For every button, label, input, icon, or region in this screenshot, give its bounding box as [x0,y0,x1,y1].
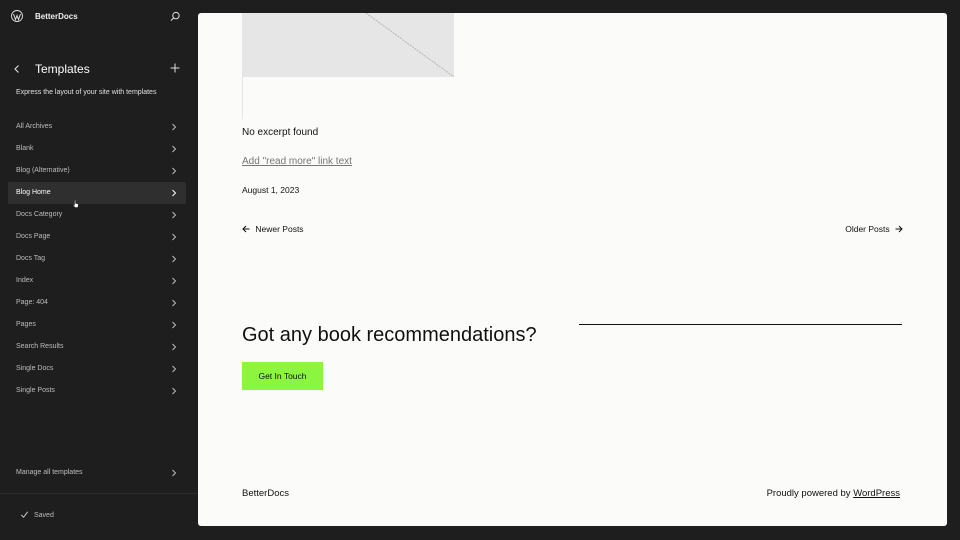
template-item-docs-page[interactable]: Docs Page [8,226,186,248]
image-edge-line [242,77,243,119]
wordpress-logo-icon[interactable] [11,10,23,22]
template-item-blog-home[interactable]: Blog Home [8,182,186,204]
editor-sidebar: BetterDocs Templates Express the layout … [0,0,198,540]
save-status-label: Saved [34,512,54,519]
template-item-search-results[interactable]: Search Results [8,336,186,358]
template-item-all-archives[interactable]: All Archives [8,116,186,138]
arrow-left-icon [242,225,250,233]
template-item-docs-category[interactable]: Docs Category [8,204,186,226]
template-item-label: Docs Tag [16,255,46,262]
chevron-right-icon [172,167,177,175]
cta-heading[interactable]: Got any book recommendations? [242,324,537,347]
template-item-label: Page: 404 [16,299,48,306]
template-item-label: Docs Page [16,233,51,240]
template-item-label: All Archives [16,123,53,130]
footer-powered-text: Proudly powered by [766,488,851,499]
template-item-pages[interactable]: Pages [8,314,186,336]
template-item-label: Blog Home [16,189,51,196]
site-name[interactable]: BetterDocs [35,12,78,21]
search-icon[interactable] [170,11,181,22]
chevron-right-icon [172,365,177,373]
template-item-docs-tag[interactable]: Docs Tag [8,248,186,270]
post-date[interactable]: August 1, 2023 [242,185,299,195]
editor-canvas[interactable]: No excerpt found Add "read more" link te… [198,13,947,526]
save-status: Saved [20,510,54,519]
footer-credit: Proudly powered by WordPress [767,488,900,499]
template-item-label: Single Posts [16,387,55,394]
sidebar-topbar: BetterDocs [0,0,198,34]
newer-posts-label: Newer Posts [255,224,304,234]
chevron-right-icon [172,277,177,285]
template-item-page-404[interactable]: Page: 404 [8,292,186,314]
older-posts-link[interactable]: Older Posts [845,224,903,234]
read-more-link[interactable]: Add "read more" link text [242,156,352,167]
footer-site-title[interactable]: BetterDocs [242,488,289,499]
template-list: All Archives Blank Blog (Alternative) Bl… [8,116,186,402]
wordpress-link[interactable]: WordPress [853,488,900,499]
template-item-single-docs[interactable]: Single Docs [8,358,186,380]
check-icon [20,511,29,519]
older-posts-label: Older Posts [845,224,890,234]
chevron-right-icon [172,233,177,241]
featured-image-placeholder[interactable] [242,13,455,78]
template-item-index[interactable]: Index [8,270,186,292]
chevron-left-icon[interactable] [11,63,23,75]
template-item-label: Docs Category [16,211,63,218]
manage-all-templates-label: Manage all templates [16,469,83,476]
mouse-pointer-icon [72,199,79,208]
chevron-right-icon [172,145,177,153]
template-item-label: Index [16,277,34,284]
panel-title: Templates [35,62,90,76]
placeholder-diagonal-icon [365,13,455,78]
chevron-right-icon [172,299,177,307]
cta-separator [579,324,902,325]
get-in-touch-button[interactable]: Get In Touch [242,362,323,390]
template-item-label: Single Docs [16,365,54,372]
panel-description: Express the layout of your site with tem… [16,89,157,96]
template-item-blog-alternative[interactable]: Blog (Alternative) [8,160,186,182]
chevron-right-icon [172,321,177,329]
chevron-right-icon [172,469,177,477]
chevron-right-icon [172,189,177,197]
template-item-blank[interactable]: Blank [8,138,186,160]
newer-posts-link[interactable]: Newer Posts [242,224,304,234]
plus-icon[interactable] [169,62,181,74]
sidebar-divider [0,493,198,494]
chevron-right-icon [172,343,177,351]
manage-all-templates[interactable]: Manage all templates [8,462,186,484]
chevron-right-icon [172,255,177,263]
template-item-label: Search Results [16,343,64,350]
template-item-single-posts[interactable]: Single Posts [8,380,186,402]
arrow-right-icon [895,225,903,233]
template-item-label: Pages [16,321,36,328]
post-excerpt[interactable]: No excerpt found [242,127,318,138]
chevron-right-icon [172,211,177,219]
chevron-right-icon [172,387,177,395]
chevron-right-icon [172,123,177,131]
template-item-label: Blog (Alternative) [16,167,70,174]
template-item-label: Blank [16,145,34,152]
